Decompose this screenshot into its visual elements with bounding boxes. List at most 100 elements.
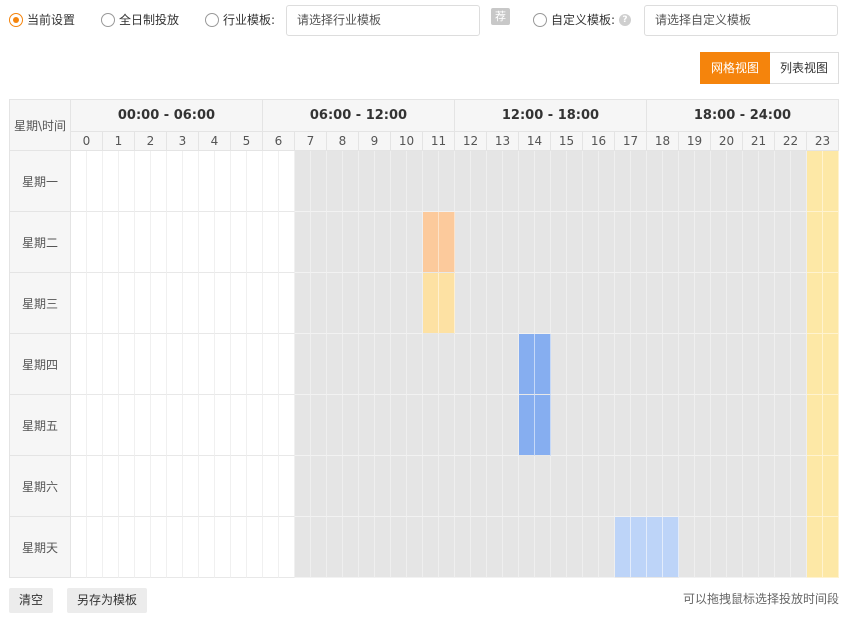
day-label[interactable]: 星期一: [10, 151, 71, 212]
time-slot-cell[interactable]: [375, 212, 391, 273]
time-slot-cell[interactable]: [503, 456, 519, 517]
time-slot-cell[interactable]: [343, 395, 359, 456]
day-label[interactable]: 星期四: [10, 334, 71, 395]
time-slot-cell[interactable]: [263, 212, 279, 273]
time-slot-cell[interactable]: [359, 517, 375, 578]
time-slot-cell[interactable]: [823, 273, 839, 334]
time-slot-cell[interactable]: [567, 212, 583, 273]
period-header[interactable]: 18:00 - 24:00: [647, 100, 839, 132]
time-slot-cell[interactable]: [423, 517, 439, 578]
time-slot-cell[interactable]: [583, 273, 599, 334]
time-slot-cell[interactable]: [775, 273, 791, 334]
time-slot-cell[interactable]: [791, 517, 807, 578]
time-slot-cell[interactable]: [711, 334, 727, 395]
time-slot-cell[interactable]: [375, 456, 391, 517]
time-slot-cell[interactable]: [471, 517, 487, 578]
time-slot-cell[interactable]: [823, 212, 839, 273]
time-slot-cell[interactable]: [791, 395, 807, 456]
time-slot-cell[interactable]: [119, 212, 135, 273]
time-slot-cell[interactable]: [151, 212, 167, 273]
time-slot-cell[interactable]: [295, 334, 311, 395]
time-slot-cell[interactable]: [279, 395, 295, 456]
time-slot-cell[interactable]: [615, 151, 631, 212]
time-slot-cell[interactable]: [263, 456, 279, 517]
time-slot-cell[interactable]: [647, 334, 663, 395]
time-slot-cell[interactable]: [695, 456, 711, 517]
time-slot-cell[interactable]: [151, 517, 167, 578]
time-slot-cell[interactable]: [231, 456, 247, 517]
time-slot-cell[interactable]: [215, 456, 231, 517]
time-slot-cell[interactable]: [727, 212, 743, 273]
time-slot-cell[interactable]: [359, 151, 375, 212]
hour-header[interactable]: 19: [679, 132, 711, 151]
hour-header[interactable]: 18: [647, 132, 679, 151]
time-slot-cell[interactable]: [311, 334, 327, 395]
time-slot-cell[interactable]: [679, 273, 695, 334]
time-slot-cell[interactable]: [727, 395, 743, 456]
time-slot-cell[interactable]: [247, 517, 263, 578]
time-slot-cell[interactable]: [71, 273, 87, 334]
time-slot-cell[interactable]: [567, 273, 583, 334]
time-slot-cell[interactable]: [551, 456, 567, 517]
time-slot-cell[interactable]: [743, 517, 759, 578]
time-slot-cell[interactable]: [279, 456, 295, 517]
time-slot-cell[interactable]: [199, 456, 215, 517]
time-slot-cell[interactable]: [679, 151, 695, 212]
time-slot-cell[interactable]: [711, 517, 727, 578]
time-slot-cell[interactable]: [743, 334, 759, 395]
time-slot-cell[interactable]: [375, 273, 391, 334]
time-slot-cell[interactable]: [71, 395, 87, 456]
time-slot-cell[interactable]: [231, 517, 247, 578]
time-slot-cell[interactable]: [663, 151, 679, 212]
time-slot-cell[interactable]: [343, 151, 359, 212]
time-slot-cell[interactable]: [663, 395, 679, 456]
time-slot-cell[interactable]: [359, 334, 375, 395]
time-slot-cell[interactable]: [455, 151, 471, 212]
time-slot-cell[interactable]: [407, 151, 423, 212]
time-slot-cell[interactable]: [599, 456, 615, 517]
time-slot-cell[interactable]: [391, 212, 407, 273]
hour-header[interactable]: 1: [103, 132, 135, 151]
time-slot-cell[interactable]: [535, 517, 551, 578]
time-slot-cell[interactable]: [631, 273, 647, 334]
time-slot-cell[interactable]: [695, 334, 711, 395]
day-label[interactable]: 星期三: [10, 273, 71, 334]
time-slot-cell[interactable]: [423, 273, 439, 334]
time-slot-cell[interactable]: [663, 334, 679, 395]
time-slot-cell[interactable]: [183, 334, 199, 395]
time-slot-cell[interactable]: [311, 456, 327, 517]
time-slot-cell[interactable]: [295, 395, 311, 456]
time-slot-cell[interactable]: [135, 212, 151, 273]
time-slot-cell[interactable]: [391, 273, 407, 334]
industry-template-select[interactable]: 请选择行业模板: [286, 5, 480, 36]
time-slot-cell[interactable]: [391, 151, 407, 212]
hour-header[interactable]: 10: [391, 132, 423, 151]
time-slot-cell[interactable]: [135, 151, 151, 212]
time-slot-cell[interactable]: [487, 212, 503, 273]
time-slot-cell[interactable]: [823, 395, 839, 456]
time-slot-cell[interactable]: [439, 517, 455, 578]
hour-header[interactable]: 17: [615, 132, 647, 151]
time-slot-cell[interactable]: [647, 517, 663, 578]
time-slot-cell[interactable]: [727, 517, 743, 578]
time-slot-cell[interactable]: [503, 273, 519, 334]
time-slot-cell[interactable]: [743, 151, 759, 212]
time-slot-cell[interactable]: [87, 334, 103, 395]
time-slot-cell[interactable]: [295, 151, 311, 212]
time-slot-cell[interactable]: [423, 395, 439, 456]
time-slot-cell[interactable]: [135, 456, 151, 517]
time-slot-cell[interactable]: [87, 517, 103, 578]
time-slot-cell[interactable]: [359, 273, 375, 334]
time-slot-cell[interactable]: [503, 151, 519, 212]
hour-header[interactable]: 6: [263, 132, 295, 151]
time-slot-cell[interactable]: [135, 334, 151, 395]
time-slot-cell[interactable]: [519, 151, 535, 212]
time-slot-cell[interactable]: [247, 395, 263, 456]
time-slot-cell[interactable]: [167, 456, 183, 517]
radio-industry-template[interactable]: 行业模板:: [205, 11, 275, 28]
time-slot-cell[interactable]: [343, 212, 359, 273]
time-slot-cell[interactable]: [695, 151, 711, 212]
time-slot-cell[interactable]: [359, 212, 375, 273]
time-slot-cell[interactable]: [615, 517, 631, 578]
time-slot-cell[interactable]: [615, 273, 631, 334]
